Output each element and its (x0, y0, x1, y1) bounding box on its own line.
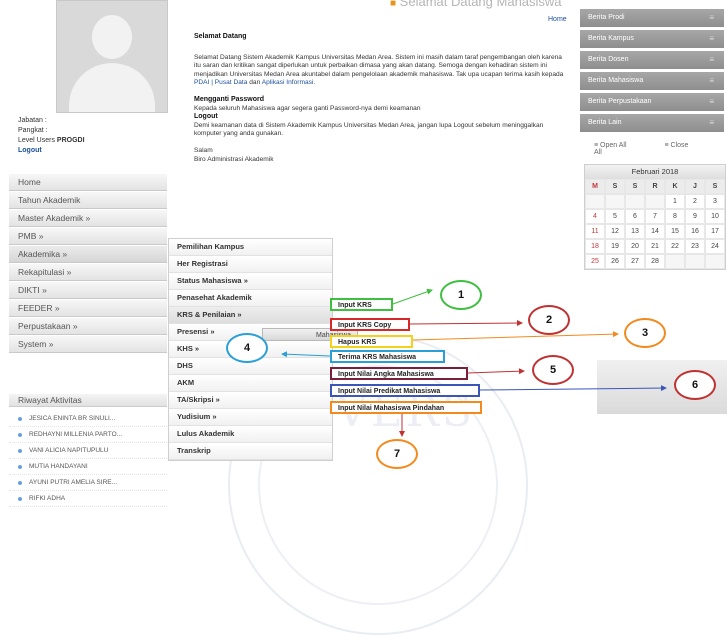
arrow-3 (412, 331, 619, 341)
callout-6: 6 (674, 370, 716, 400)
callout-7: 7 (376, 439, 418, 469)
callout-3: 3 (624, 318, 666, 348)
callout-2: 2 (528, 305, 570, 335)
callout-5: 5 (532, 355, 574, 385)
arrow-2 (409, 320, 523, 327)
list-item[interactable]: RIFKI ADHA (9, 491, 167, 507)
callout-1: 1 (440, 280, 482, 310)
arrow-4 (281, 351, 331, 358)
arrow-5 (467, 368, 525, 375)
annotation-arrows (281, 288, 667, 437)
arrow-6 (479, 385, 667, 392)
arrow-1 (392, 288, 433, 305)
callout-4: 4 (226, 333, 268, 363)
